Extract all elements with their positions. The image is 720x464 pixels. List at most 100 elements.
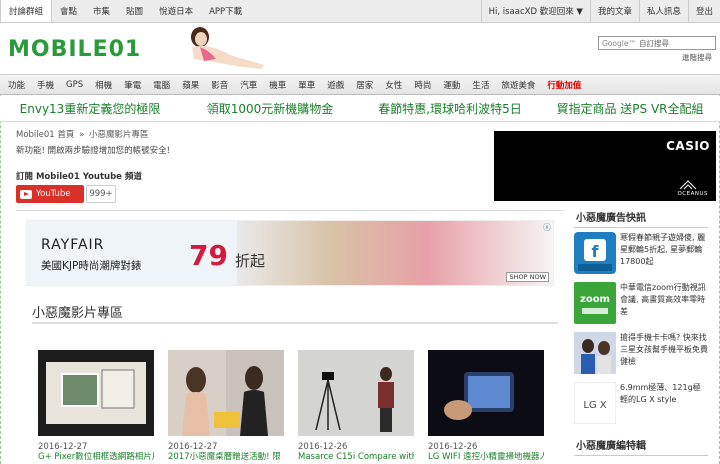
video-list: 2016-12-27 G+ Pixer數位相框透網路相片片 2016-12-27… — [38, 350, 558, 463]
video-item[interactable]: 2016-12-27 2017小惡魔桌曆贈送活動! 限 — [168, 350, 284, 463]
casio-brand: CASIO — [666, 139, 710, 153]
top-tab-market[interactable]: 市集 — [85, 0, 118, 22]
banner-discount-number: 79 — [189, 239, 228, 272]
youtube-play-icon — [20, 189, 32, 199]
cat-motorcycle[interactable]: 機車 — [263, 79, 292, 91]
breadcrumb: Mobile01 首頁 » 小惡魔影片專區 — [16, 128, 149, 140]
video-date: 2016-12-27 — [38, 442, 88, 452]
cat-mobile-value[interactable]: 行動加值 — [541, 79, 587, 91]
sidebar-ad-item[interactable]: zoom 中華電信zoom行動視訊會議, 高畫質高效率零時差 — [574, 278, 708, 328]
casio-sub: OCEANUS — [677, 191, 708, 197]
advanced-search-link[interactable]: 進階搜尋 — [682, 52, 712, 63]
video-title[interactable]: 2017小惡魔桌曆贈送活動! 限 — [168, 452, 284, 463]
divider — [16, 210, 564, 211]
logout-link[interactable]: 登出 — [687, 0, 720, 22]
cat-bicycle[interactable]: 單車 — [292, 79, 321, 91]
top-tab-photos[interactable]: 貼圖 — [118, 0, 151, 22]
casio-ad-banner[interactable]: CASIO OCEANUS — [494, 131, 716, 201]
video-thumbnail[interactable] — [298, 350, 414, 436]
cat-travel-food[interactable]: 旅遊美食 — [495, 79, 541, 91]
breadcrumb-separator: » — [79, 130, 85, 140]
youtube-label: YouTube — [36, 189, 71, 199]
video-title[interactable]: G+ Pixer數位相框透網路相片片 — [38, 452, 154, 463]
cat-function[interactable]: 功能 — [2, 79, 31, 91]
cat-av[interactable]: 影音 — [205, 79, 234, 91]
promo-link-envy[interactable]: Envy13重新定義您的極限 — [0, 100, 180, 117]
zoom-icon[interactable]: zoom — [574, 282, 616, 324]
video-item[interactable]: 2016-12-26 LG WIFI 遠控小精靈掃地機器人 — [428, 350, 544, 463]
top-tab-forum[interactable]: 討論群組 — [0, 0, 53, 22]
ad-close-icon[interactable]: ⓧ — [543, 222, 551, 233]
promo-link-travel[interactable]: 春節特惠,環球哈利波特5日 — [360, 100, 540, 117]
promo-link-psvr[interactable]: 貿指定商品 送PS VR全配組 — [540, 100, 720, 117]
mobile01-logo[interactable]: MOBILE01 — [8, 36, 168, 60]
top-tab-app[interactable]: APP下載 — [201, 0, 250, 22]
video-item[interactable]: 2016-12-27 G+ Pixer數位相框透網路相片片 — [38, 350, 154, 463]
video-date: 2016-12-27 — [168, 442, 218, 452]
svg-text:LG X: LG X — [583, 400, 606, 411]
rayfair-ad-banner[interactable]: RAYFAIR 美國KJP時尚潮牌對錶 79 折起 SHOP NOW ⓧ — [26, 220, 554, 286]
breadcrumb-current[interactable]: 小惡魔影片專區 — [89, 130, 149, 140]
top-tab-meetup[interactable]: 會點 — [52, 0, 85, 22]
cat-game[interactable]: 遊戲 — [321, 79, 350, 91]
cat-women[interactable]: 女性 — [379, 79, 408, 91]
top-tab-japan[interactable]: 悅遊日本 — [151, 0, 201, 22]
lg-xstyle-icon[interactable]: LG X — [574, 382, 616, 424]
oceanus-emblem-icon — [679, 180, 697, 190]
sidebar-ad-text[interactable]: 6.9mm極薄、121g極輕的LG X style — [620, 382, 708, 406]
banner-shop-now[interactable]: SHOP NOW — [506, 272, 549, 282]
promo-link-voucher[interactable]: 領取1000元新機購物金 — [180, 100, 360, 117]
top-nav-bar: 討論群組 會點 市集 貼圖 悅遊日本 APP下載 Hi, isaacXD 歡迎回… — [0, 0, 720, 23]
private-messages-link[interactable]: 私人訊息 — [638, 0, 688, 22]
video-date: 2016-12-26 — [428, 442, 478, 452]
logo-text: MOBILE01 — [8, 37, 141, 60]
section-divider — [32, 322, 558, 324]
cat-fashion[interactable]: 時尚 — [408, 79, 437, 91]
video-item[interactable]: 2016-12-26 Masarce C15i Compare with — [298, 350, 414, 463]
section-title: 小惡魔影片專區 — [32, 306, 124, 321]
people-icon[interactable] — [574, 332, 616, 374]
cat-computer[interactable]: 電腦 — [147, 79, 176, 91]
sidebar-ad-item[interactable]: 搶得手機卡卡嗎? 快來找三星女孩幫手機平板免費健檢 — [574, 328, 708, 378]
main-content: Mobile01 首頁 » 小惡魔影片專區 新功能! 開啟兩步驗證增加您的帳號安… — [10, 124, 716, 464]
cat-gps[interactable]: GPS — [60, 80, 89, 90]
cat-laptop[interactable]: 筆電 — [118, 79, 147, 91]
security-notice[interactable]: 新功能! 開啟兩步驗證增加您的帳號安全! — [16, 144, 170, 156]
cat-home[interactable]: 居家 — [350, 79, 379, 91]
user-greeting-menu[interactable]: Hi, isaacXD 歡迎回來 ▼ — [480, 0, 590, 22]
video-thumbnail[interactable] — [38, 350, 154, 436]
youtube-subscribe-button[interactable]: YouTube — [16, 185, 84, 203]
sidebar-ad-item[interactable]: f 寒假春節親子遊婦傻, 麗星郵輪5折起, 星夢郵輪17800起 — [574, 228, 708, 278]
banner-slogan: 美國KJP時尚潮牌對錶 — [41, 260, 142, 272]
video-thumbnail[interactable] — [168, 350, 284, 436]
banner-discount-suffix: 折起 — [235, 252, 266, 270]
sidebar-news-title: 小惡魔廣編特輯 — [574, 434, 708, 456]
banner-brand: RAYFAIR — [41, 237, 105, 253]
video-date: 2016-12-26 — [298, 442, 348, 452]
breadcrumb-home[interactable]: Mobile01 首頁 — [16, 130, 74, 140]
cat-apple[interactable]: 蘋果 — [176, 79, 205, 91]
video-title[interactable]: Masarce C15i Compare with — [298, 452, 414, 463]
site-header: MOBILE01 Google™ 自訂搜尋 進階搜尋 — [0, 23, 720, 73]
travel-app-icon[interactable]: f — [574, 232, 616, 274]
video-thumbnail[interactable] — [428, 350, 544, 436]
sidebar-ad-text[interactable]: 中華電信zoom行動視訊會議, 高畫質高效率零時差 — [620, 282, 708, 318]
header-hero-image — [191, 27, 264, 69]
cat-camera[interactable]: 相機 — [89, 79, 118, 91]
search-placeholder: 自訂搜尋 — [638, 38, 669, 48]
svg-text:f: f — [592, 242, 600, 261]
cat-phone[interactable]: 手機 — [31, 79, 60, 91]
my-articles-link[interactable]: 我的文章 — [589, 0, 639, 22]
cat-life[interactable]: 生活 — [466, 79, 495, 91]
sidebar-ad-text[interactable]: 寒假春節親子遊婦傻, 麗星郵輪5折起, 星夢郵輪17800起 — [620, 232, 708, 268]
cat-sport[interactable]: 運動 — [437, 79, 466, 91]
search-input[interactable]: Google™ 自訂搜尋 — [598, 36, 716, 50]
sidebar-ad-item[interactable]: LG X 6.9mm極薄、121g極輕的LG X style — [574, 378, 708, 428]
category-nav: 功能 手機 GPS 相機 筆電 電腦 蘋果 影音 汽車 機車 單車 遊戲 居家 … — [0, 74, 720, 95]
google-brand-label: Google™ — [602, 38, 636, 48]
cat-car[interactable]: 汽車 — [234, 79, 263, 91]
subscribe-label: 訂閱 Mobile01 Youtube 頻道 — [16, 172, 142, 182]
sidebar-ad-text[interactable]: 搶得手機卡卡嗎? 快來找三星女孩幫手機平板免費健檢 — [620, 332, 708, 368]
sidebar-ads-title: 小惡魔廣告快訊 — [574, 206, 708, 228]
video-title[interactable]: LG WIFI 遠控小精靈掃地機器人 — [428, 452, 544, 463]
